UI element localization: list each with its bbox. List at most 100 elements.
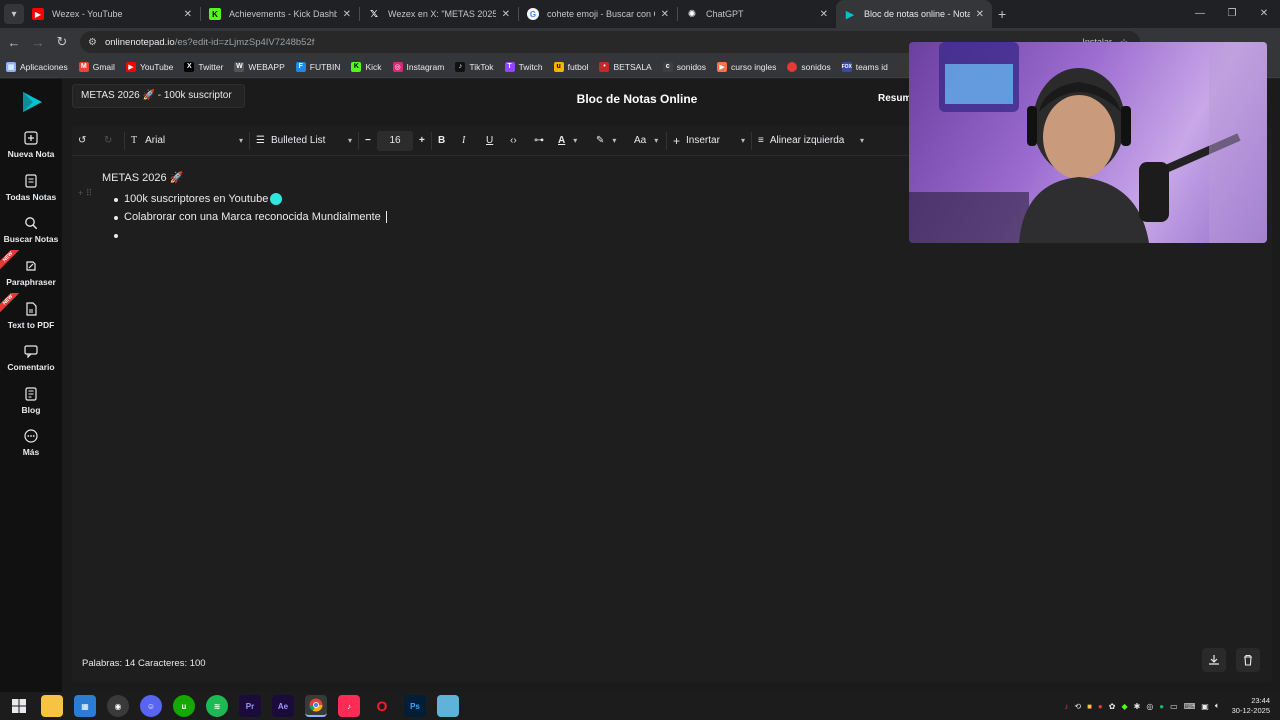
bookmark-item[interactable]: T Twitch xyxy=(504,61,543,72)
premiere-icon[interactable]: Pr xyxy=(239,695,261,717)
sidebar-item-blog[interactable]: Blog xyxy=(0,387,62,415)
bookmark-item[interactable]: FOX teams id xyxy=(842,61,888,72)
bookmark-item[interactable]: ▶ curso ingles xyxy=(717,61,776,72)
sidebar-item-comentario[interactable]: Comentario xyxy=(0,344,62,372)
bluetooth-tray-icon[interactable]: ✱ xyxy=(1134,702,1141,711)
drag-handle-icon[interactable]: + ⠿ xyxy=(78,188,92,199)
close-icon[interactable]: ✕ xyxy=(661,9,669,20)
font-size-input[interactable]: 16 xyxy=(377,130,413,151)
sync-icon[interactable]: ⟲ xyxy=(1074,702,1081,711)
sidebar-item-buscar-notas[interactable]: Buscar Notas xyxy=(0,216,62,244)
sidebar-item-mas[interactable]: Más xyxy=(0,429,62,457)
display-tray-icon[interactable]: ▭ xyxy=(1170,702,1178,711)
notepad-icon[interactable] xyxy=(437,695,459,717)
restore-icon[interactable]: ❐ xyxy=(1216,0,1248,28)
tab-search-button[interactable]: ▾ xyxy=(4,4,24,24)
font-family-select[interactable]: T Arial ▾ xyxy=(125,126,249,156)
upwork-icon[interactable]: u xyxy=(173,695,195,717)
steam-tray-icon[interactable]: ◎ xyxy=(1146,702,1153,711)
bookmark-item[interactable]: M Gmail xyxy=(78,61,115,72)
insert-menu[interactable]: + Insertar ▾ xyxy=(667,126,751,156)
nvidia-tray-icon[interactable]: ◆ xyxy=(1121,702,1127,711)
sidebar-item-paraphraser[interactable]: Paraphraser xyxy=(0,259,62,287)
capcut-icon[interactable]: ♪ xyxy=(338,695,360,717)
close-icon[interactable]: ✕ xyxy=(976,9,984,20)
bookmark-item[interactable]: • BETSALA xyxy=(599,61,652,72)
redo-icon[interactable]: ↻ xyxy=(98,126,124,156)
bold-button[interactable]: B xyxy=(432,126,456,156)
clock[interactable]: 23:44 30-12-2025 xyxy=(1232,696,1270,716)
bookmark-item[interactable]: K Kick xyxy=(351,61,382,72)
highlight-select[interactable]: ✎ ▾ xyxy=(590,126,628,156)
close-icon[interactable]: ✕ xyxy=(343,9,351,20)
settings-tray-icon[interactable]: ✿ xyxy=(1109,702,1116,711)
close-window-icon[interactable]: ✕ xyxy=(1248,0,1280,28)
document-body[interactable]: METAS 2026 🚀 100k suscriptores en Youtub… xyxy=(102,171,390,244)
bookmark-item[interactable]: ♪ TikTok xyxy=(455,61,494,72)
font-size-decrease-button[interactable]: − xyxy=(359,126,377,156)
minimize-icon[interactable]: — xyxy=(1184,0,1216,28)
browser-tab-active[interactable]: ▶ Bloc de notas online - Notas Pa ✕ xyxy=(836,0,992,28)
browser-tab[interactable]: K Achievements - Kick Dashboard ✕ xyxy=(201,0,359,28)
tiktok-tray-icon[interactable]: ♪ xyxy=(1064,702,1068,711)
text-color-select[interactable]: A ▾ xyxy=(552,126,590,156)
code-icon[interactable]: ‹› xyxy=(504,126,528,156)
close-icon[interactable]: ✕ xyxy=(820,9,828,20)
text-case-select[interactable]: Aa ▾ xyxy=(628,126,666,156)
onlinenotepad-logo-icon[interactable] xyxy=(21,91,43,113)
browser-tab[interactable]: ▶ Wezex - YouTube ✕ xyxy=(24,0,200,28)
network-icon[interactable]: ▣ xyxy=(1201,702,1209,711)
note-title-input[interactable]: METAS 2026 🚀 - 100k suscriptor xyxy=(72,84,245,108)
underline-button[interactable]: U xyxy=(480,126,504,156)
site-info-icon[interactable]: ⚙ xyxy=(88,37,97,48)
summary-button[interactable]: Resum xyxy=(878,93,911,104)
discord-icon[interactable]: ☺ xyxy=(140,695,162,717)
opera-icon[interactable]: O xyxy=(371,695,393,717)
list-item[interactable]: Colabrorar con una Marca reconocida Mund… xyxy=(114,208,390,226)
back-icon[interactable]: ← xyxy=(2,35,26,50)
bookmark-item[interactable]: F FUTBIN xyxy=(295,61,340,72)
chrome-icon[interactable] xyxy=(305,695,327,717)
keyboard-tray-icon[interactable]: ⌨ xyxy=(1184,702,1196,711)
browser-tab[interactable]: 𝕏 Wezex en X: "METAS 2025👀 ✕ xyxy=(360,0,518,28)
bookmark-item[interactable]: ▦ Aplicaciones xyxy=(6,61,68,72)
bookmark-item[interactable]: ◎ Instagram xyxy=(392,61,444,72)
sidebar-item-text-to-pdf[interactable]: Text to PDF xyxy=(0,302,62,330)
sidebar-item-nueva-nota[interactable]: Nueva Nota xyxy=(0,131,62,159)
new-tab-button[interactable]: + xyxy=(998,6,1006,22)
notification-tray-icon[interactable]: ● xyxy=(1098,702,1103,711)
link-icon[interactable]: ⊶ xyxy=(528,126,552,156)
folder-tray-icon[interactable]: ■ xyxy=(1087,702,1092,711)
bookmark-item[interactable]: X Twitter xyxy=(184,61,223,72)
align-select[interactable]: ≡ Alinear izquierda ▾ xyxy=(752,126,870,156)
windows-start-icon[interactable] xyxy=(8,695,30,717)
browser-tab[interactable]: G cohete emoji - Buscar con Goo ✕ xyxy=(519,0,677,28)
bookmark-item[interactable]: u futbol xyxy=(553,61,588,72)
bookmark-item[interactable]: c sonidos xyxy=(662,61,706,72)
sidebar-item-todas-notas[interactable]: Todas Notas xyxy=(0,174,62,202)
store-icon[interactable]: ▦ xyxy=(74,695,96,717)
photoshop-icon[interactable]: Ps xyxy=(404,695,426,717)
bookmark-item[interactable]: sonidos xyxy=(787,61,831,72)
list-item[interactable] xyxy=(114,226,390,244)
after-effects-icon[interactable]: Ae xyxy=(272,695,294,717)
close-icon[interactable]: ✕ xyxy=(184,9,192,20)
font-size-increase-button[interactable]: + xyxy=(413,126,431,156)
bookmark-item[interactable]: W WEBAPP xyxy=(234,61,285,72)
italic-button[interactable]: I xyxy=(456,126,480,156)
spotify-tray-icon[interactable]: ● xyxy=(1159,702,1164,711)
reload-icon[interactable]: ↻ xyxy=(50,34,74,50)
download-button[interactable] xyxy=(1202,648,1226,672)
forward-icon[interactable]: → xyxy=(26,35,50,50)
delete-button[interactable] xyxy=(1236,648,1260,672)
volume-icon[interactable]: 🔈︎ xyxy=(1215,701,1220,711)
close-icon[interactable]: ✕ xyxy=(502,9,510,20)
browser-tab[interactable]: ✺ ChatGPT ✕ xyxy=(678,0,836,28)
list-type-select[interactable]: ☰ Bulleted List ▾ xyxy=(250,126,358,156)
bookmark-item[interactable]: ▶ YouTube xyxy=(125,61,173,72)
spotify-icon[interactable]: ≋ xyxy=(206,695,228,717)
obs-icon[interactable]: ◉ xyxy=(107,695,129,717)
list-item[interactable]: 100k suscriptores en Youtube xyxy=(114,190,390,208)
file-explorer-icon[interactable] xyxy=(41,695,63,717)
undo-icon[interactable]: ↺ xyxy=(72,126,98,156)
